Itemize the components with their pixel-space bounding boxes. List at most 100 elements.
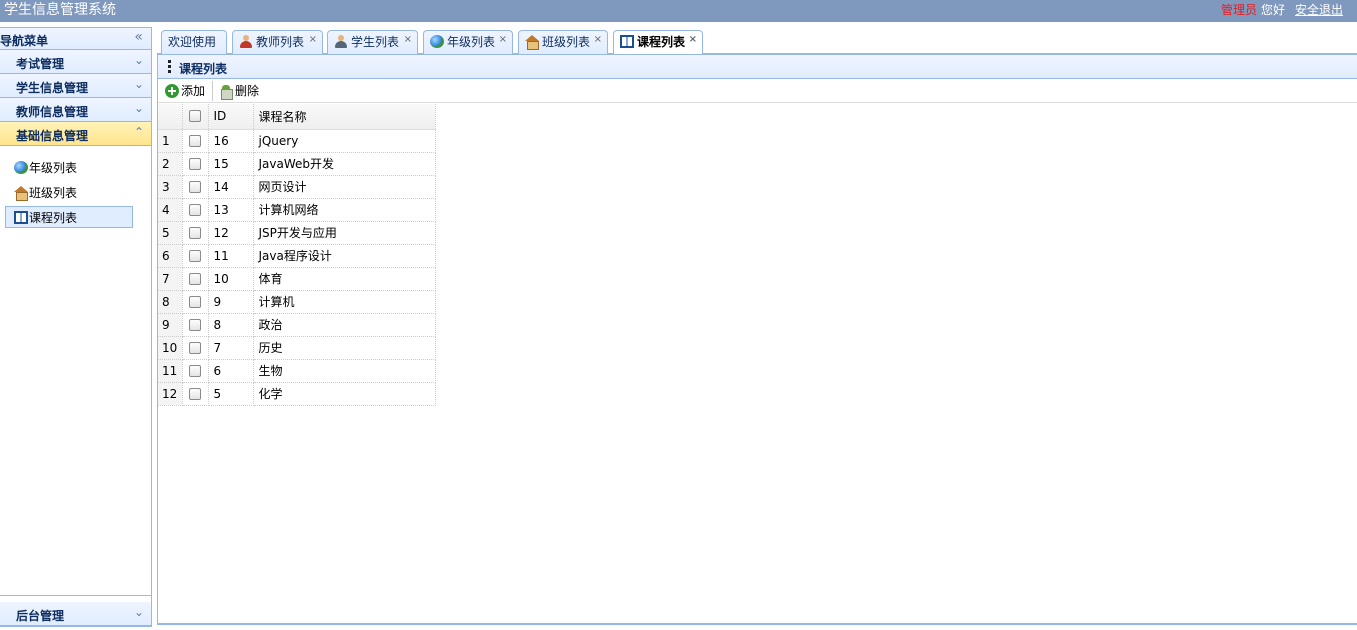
delete-button[interactable]: 删除 xyxy=(219,83,260,100)
course-id: 7 xyxy=(208,336,254,360)
table-row[interactable]: 1 16 jQuery xyxy=(158,129,436,153)
sidebar-item-grade-list[interactable]: 年级列表 xyxy=(14,157,142,179)
course-id: 14 xyxy=(208,175,254,199)
tab-course-list[interactable]: 课程列表 × xyxy=(613,30,703,55)
row-number: 5 xyxy=(158,221,183,245)
globe-icon xyxy=(430,35,444,48)
course-name: jQuery xyxy=(253,129,436,153)
course-id: 15 xyxy=(208,152,254,176)
expand-icon[interactable]: ⌄ xyxy=(134,101,144,115)
section-student-management[interactable]: 学生信息管理 ⌄ xyxy=(0,74,151,98)
tab-label: 年级列表 xyxy=(447,35,496,49)
add-icon xyxy=(165,84,179,98)
sidebar-item-class-list[interactable]: 班级列表 xyxy=(14,182,142,204)
table-row[interactable]: 5 12 JSP开发与应用 xyxy=(158,221,436,245)
table-row[interactable]: 10 7 历史 xyxy=(158,336,436,360)
row-checkbox[interactable] xyxy=(189,157,201,170)
course-name: 历史 xyxy=(253,336,436,360)
course-name: 网页设计 xyxy=(253,175,436,199)
course-id: 5 xyxy=(208,382,254,406)
expand-icon[interactable]: ⌄ xyxy=(134,53,144,67)
section-backend-management[interactable]: 后台管理 ⌄ xyxy=(0,602,151,626)
collapse-icon[interactable]: ⌃ xyxy=(134,125,144,139)
tab-class-list[interactable]: 班级列表 × xyxy=(518,30,608,54)
select-all-checkbox[interactable] xyxy=(189,110,201,123)
row-number: 3 xyxy=(158,175,183,199)
row-checkbox[interactable] xyxy=(189,295,201,308)
row-checkbox[interactable] xyxy=(189,341,201,354)
expand-icon[interactable]: ⌄ xyxy=(134,77,144,91)
row-select-cell xyxy=(182,336,209,360)
panel-menu-icon xyxy=(168,60,171,74)
row-select-cell xyxy=(182,175,209,199)
row-select-cell xyxy=(182,267,209,291)
basic-info-items: 年级列表 班级列表 课程列表 xyxy=(0,146,151,596)
student-icon xyxy=(334,35,348,48)
teacher-icon xyxy=(239,35,253,48)
tab-welcome[interactable]: 欢迎使用 xyxy=(161,30,227,54)
app-title: 学生信息管理系统 xyxy=(4,2,116,18)
section-label: 后台管理 xyxy=(16,609,65,623)
tab-bar: 欢迎使用 教师列表 × 学生列表 × 年级列表 × 班级列表 × 课程列表 × xyxy=(157,27,1357,55)
row-number: 4 xyxy=(158,198,183,222)
row-checkbox[interactable] xyxy=(189,272,201,285)
table-row[interactable]: 9 8 政治 xyxy=(158,313,436,337)
close-icon[interactable]: × xyxy=(689,29,697,51)
table-row[interactable]: 8 9 计算机 xyxy=(158,290,436,314)
row-select-cell xyxy=(182,244,209,268)
book-icon xyxy=(14,211,28,224)
table-row[interactable]: 6 11 Java程序设计 xyxy=(158,244,436,268)
tab-student-list[interactable]: 学生列表 × xyxy=(327,30,418,54)
table-row[interactable]: 12 5 化学 xyxy=(158,382,436,406)
sidebar-item-course-list[interactable]: 课程列表 xyxy=(5,206,133,228)
sidebar-item-label: 班级列表 xyxy=(29,186,78,200)
course-name: 化学 xyxy=(253,382,436,406)
greeting-text: 您好 xyxy=(1260,3,1285,17)
panel-title: 课程列表 xyxy=(179,62,228,76)
row-number: 6 xyxy=(158,244,183,268)
tab-grade-list[interactable]: 年级列表 × xyxy=(423,30,513,54)
close-icon[interactable]: × xyxy=(499,29,507,51)
user-area: 管理员 您好 安全退出 xyxy=(1221,3,1343,18)
tab-label: 学生列表 xyxy=(351,35,400,49)
row-checkbox[interactable] xyxy=(189,203,201,216)
row-checkbox[interactable] xyxy=(189,364,201,377)
section-teacher-management[interactable]: 教师信息管理 ⌄ xyxy=(0,98,151,122)
close-icon[interactable]: × xyxy=(404,29,412,51)
row-checkbox[interactable] xyxy=(189,318,201,331)
row-checkbox[interactable] xyxy=(189,134,201,147)
table-row[interactable]: 4 13 计算机网络 xyxy=(158,198,436,222)
table-row[interactable]: 7 10 体育 xyxy=(158,267,436,291)
app-header: 学生信息管理系统 管理员 您好 安全退出 xyxy=(0,0,1357,22)
add-button[interactable]: 添加 xyxy=(165,83,205,99)
course-id: 9 xyxy=(208,290,254,314)
section-basic-info-management[interactable]: 基础信息管理 ⌃ xyxy=(0,122,151,146)
select-all-cell xyxy=(182,104,209,130)
table-row[interactable]: 3 14 网页设计 xyxy=(158,175,436,199)
column-header-id[interactable]: ID xyxy=(208,104,254,130)
course-name: 政治 xyxy=(253,313,436,337)
expand-icon[interactable]: ⌄ xyxy=(134,605,144,619)
section-label: 教师信息管理 xyxy=(16,105,89,119)
row-checkbox[interactable] xyxy=(189,180,201,193)
collapse-sidebar-icon[interactable]: « xyxy=(134,29,143,45)
logout-link[interactable]: 安全退出 xyxy=(1295,3,1343,17)
row-select-cell xyxy=(182,359,209,383)
table-row[interactable]: 2 15 JavaWeb开发 xyxy=(158,152,436,176)
tab-teacher-list[interactable]: 教师列表 × xyxy=(232,30,323,54)
globe-icon xyxy=(14,161,28,174)
row-checkbox[interactable] xyxy=(189,226,201,239)
course-name: 计算机网络 xyxy=(253,198,436,222)
row-select-cell xyxy=(182,382,209,406)
course-id: 10 xyxy=(208,267,254,291)
column-header-name[interactable]: 课程名称 xyxy=(253,104,436,130)
close-icon[interactable]: × xyxy=(594,29,602,51)
section-exam-management[interactable]: 考试管理 ⌄ xyxy=(0,50,151,74)
row-checkbox[interactable] xyxy=(189,249,201,262)
row-number: 1 xyxy=(158,129,183,153)
delete-label: 删除 xyxy=(235,84,260,98)
table-row[interactable]: 11 6 生物 xyxy=(158,359,436,383)
close-icon[interactable]: × xyxy=(309,29,317,51)
row-number: 2 xyxy=(158,152,183,176)
row-checkbox[interactable] xyxy=(189,387,201,400)
